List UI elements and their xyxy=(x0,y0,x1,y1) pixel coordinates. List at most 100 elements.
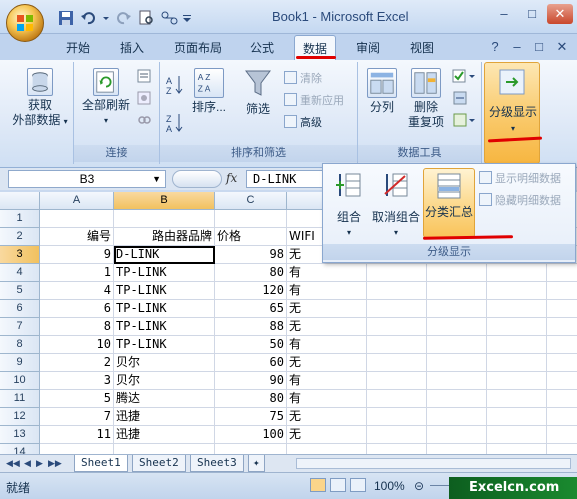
table-cell[interactable]: 贝尔 xyxy=(114,354,215,372)
table-cell[interactable] xyxy=(547,408,577,426)
tab-formulas[interactable]: 公式 xyxy=(250,39,274,56)
refresh-all-button[interactable]: 全部刷新 ▾ xyxy=(78,68,134,128)
table-cell[interactable] xyxy=(367,408,427,426)
table-cell[interactable] xyxy=(547,390,577,408)
table-cell[interactable]: 无 xyxy=(287,426,367,444)
show-detail-button[interactable]: 显示明细数据 xyxy=(479,170,561,186)
column-header-b[interactable]: B xyxy=(114,192,215,210)
row-header[interactable]: 8 xyxy=(0,336,40,354)
table-cell[interactable] xyxy=(427,264,487,282)
row-header[interactable]: 9 xyxy=(0,354,40,372)
prev-sheet-icon[interactable]: ◀ xyxy=(24,458,31,469)
next-sheet-icon[interactable]: ▶ xyxy=(36,458,43,469)
chevron-down-icon[interactable] xyxy=(102,10,110,26)
column-header-a[interactable]: A xyxy=(40,192,114,210)
data-validation-icon[interactable] xyxy=(452,68,476,84)
table-cell[interactable] xyxy=(547,318,577,336)
column-header-c[interactable]: C xyxy=(215,192,287,210)
table-cell[interactable]: 无 xyxy=(287,300,367,318)
row-header[interactable]: 4 xyxy=(0,264,40,282)
text-to-columns-button[interactable]: 分列 xyxy=(364,68,400,115)
insert-function-icon[interactable]: fx xyxy=(226,171,237,185)
table-cell[interactable] xyxy=(215,210,287,228)
table-cell[interactable]: 2 xyxy=(40,354,114,372)
table-cell[interactable]: 迅捷 xyxy=(114,408,215,426)
table-cell[interactable]: 有 xyxy=(287,282,367,300)
tab-page-layout[interactable]: 页面布局 xyxy=(174,39,222,56)
properties-icon[interactable] xyxy=(136,90,152,106)
row-header[interactable]: 3 xyxy=(0,246,40,264)
filter-button[interactable]: 筛选 xyxy=(238,68,278,117)
table-cell[interactable] xyxy=(487,318,547,336)
table-cell[interactable] xyxy=(487,354,547,372)
table-cell[interactable]: 80 xyxy=(215,264,287,282)
sheet-tab-sheet1[interactable]: Sheet1 xyxy=(74,455,128,472)
table-cell[interactable]: 迅捷 xyxy=(114,426,215,444)
group-button[interactable]: 组合 ▾ xyxy=(329,170,369,240)
page-break-view-icon[interactable] xyxy=(350,478,366,492)
remove-duplicates-button[interactable]: 删除 重复项 xyxy=(404,68,448,130)
table-cell[interactable]: TP-LINK xyxy=(114,282,215,300)
table-cell[interactable]: 9 xyxy=(40,246,114,264)
table-cell[interactable]: 4 xyxy=(40,282,114,300)
edit-links-icon[interactable] xyxy=(136,112,152,128)
table-cell[interactable]: 88 xyxy=(215,318,287,336)
row-header[interactable]: 12 xyxy=(0,408,40,426)
connections-icon[interactable] xyxy=(136,68,152,84)
close-icon[interactable]: ✕ xyxy=(547,4,573,24)
tab-home[interactable]: 开始 xyxy=(66,39,90,56)
table-cell[interactable] xyxy=(427,318,487,336)
table-cell[interactable]: 5 xyxy=(40,390,114,408)
table-cell[interactable]: 7 xyxy=(40,408,114,426)
shapes-icon[interactable] xyxy=(160,10,178,26)
tab-review[interactable]: 审阅 xyxy=(356,39,380,56)
table-cell[interactable] xyxy=(547,444,577,454)
table-cell[interactable] xyxy=(114,210,215,228)
table-cell[interactable] xyxy=(427,336,487,354)
table-cell[interactable]: 120 xyxy=(215,282,287,300)
table-cell[interactable]: 10 xyxy=(40,336,114,354)
table-cell[interactable]: 有 xyxy=(287,390,367,408)
row-header[interactable]: 10 xyxy=(0,372,40,390)
table-cell[interactable]: 60 xyxy=(215,354,287,372)
table-cell[interactable]: TP-LINK xyxy=(114,318,215,336)
reapply-button[interactable]: 重新应用 xyxy=(284,92,344,108)
table-cell[interactable]: 编号 xyxy=(40,228,114,246)
table-cell[interactable] xyxy=(367,336,427,354)
ungroup-button[interactable]: 取消组合 ▾ xyxy=(371,170,421,240)
row-header[interactable]: 1 xyxy=(0,210,40,228)
table-cell[interactable]: D-LINK xyxy=(114,246,215,264)
zoom-out-icon[interactable]: ⊝ xyxy=(414,479,424,493)
sort-za-icon[interactable]: ZA xyxy=(166,112,184,134)
clear-filter-button[interactable]: 清除 xyxy=(284,70,322,86)
table-cell[interactable]: 无 xyxy=(287,408,367,426)
select-all-corner[interactable] xyxy=(0,192,40,210)
row-header[interactable]: 2 xyxy=(0,228,40,246)
subtotal-button[interactable]: 分类汇总 xyxy=(423,168,475,238)
first-sheet-icon[interactable]: ◀◀ xyxy=(6,458,20,469)
table-cell[interactable]: 6 xyxy=(40,300,114,318)
table-cell[interactable]: TP-LINK xyxy=(114,336,215,354)
table-cell[interactable]: TP-LINK xyxy=(114,300,215,318)
insert-sheet-icon[interactable]: ✦ xyxy=(248,455,265,472)
table-cell[interactable]: 有 xyxy=(287,336,367,354)
zoom-slider[interactable] xyxy=(430,485,450,486)
table-cell[interactable] xyxy=(427,408,487,426)
row-header[interactable]: 13 xyxy=(0,426,40,444)
ribbon-close-icon[interactable]: ✕ xyxy=(549,37,575,57)
table-cell[interactable] xyxy=(547,372,577,390)
normal-view-icon[interactable] xyxy=(310,478,326,492)
table-cell[interactable] xyxy=(487,264,547,282)
row-header[interactable]: 7 xyxy=(0,318,40,336)
table-cell[interactable] xyxy=(547,336,577,354)
outline-group-button[interactable]: 分级显示 ▾ xyxy=(484,62,540,164)
table-cell[interactable] xyxy=(367,354,427,372)
table-cell[interactable] xyxy=(367,264,427,282)
table-cell[interactable] xyxy=(427,354,487,372)
row-header[interactable]: 5 xyxy=(0,282,40,300)
sheet-tab-sheet2[interactable]: Sheet2 xyxy=(132,455,186,472)
what-if-icon[interactable] xyxy=(452,112,476,128)
table-cell[interactable] xyxy=(40,210,114,228)
tab-insert[interactable]: 插入 xyxy=(120,39,144,56)
print-preview-icon[interactable] xyxy=(138,10,154,26)
